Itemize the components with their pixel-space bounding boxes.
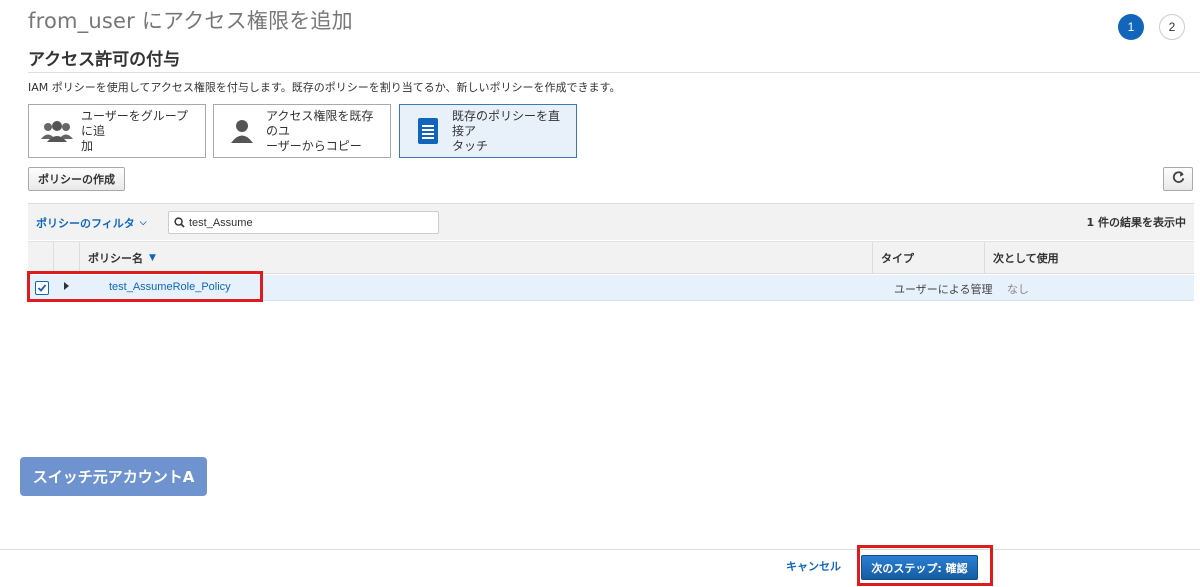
policy-used-as: なし — [1007, 283, 1029, 296]
option-label: ユーザーをグループに追加 — [81, 108, 189, 153]
policy-type: ユーザーによる管理 — [894, 283, 993, 296]
sort-desc-icon: ▼ — [149, 253, 156, 263]
checkmark-icon — [37, 284, 47, 292]
users-group-icon — [39, 113, 75, 149]
column-header-type[interactable]: タイプ — [872, 242, 984, 274]
step-indicator-2[interactable]: 2 — [1159, 14, 1185, 40]
section-title: アクセス許可の付与 — [28, 50, 181, 70]
cancel-button[interactable]: キャンセル — [786, 558, 841, 574]
create-policy-button[interactable]: ポリシーの作成 — [28, 167, 125, 191]
refresh-icon — [1172, 171, 1185, 187]
page-title: from_user にアクセス権限を追加 — [28, 9, 353, 33]
section-divider — [28, 72, 1200, 73]
search-input[interactable] — [189, 216, 429, 229]
option-label: 既存のポリシーを直接ア タッチ — [452, 108, 561, 153]
option-attach-existing-policy[interactable]: 既存のポリシーを直接ア タッチ — [399, 104, 577, 158]
section-description: IAM ポリシーを使用してアクセス権限を付与します。既存のポリシーを割り当てるか… — [28, 81, 621, 94]
policy-name-link[interactable]: test_AssumeRole_Policy — [109, 281, 231, 293]
option-copy-from-user[interactable]: アクセス権限を既存のユ ーザーからコピー — [213, 104, 391, 158]
table-row[interactable]: test_AssumeRole_Policy ユーザーによる管理 なし — [28, 275, 1194, 301]
header-checkbox-cell — [28, 242, 54, 274]
expand-caret-icon[interactable] — [64, 282, 69, 290]
policy-filter-dropdown[interactable]: ポリシーのフィルタ ⌵ — [36, 215, 147, 231]
next-step-button[interactable]: 次のステップ: 確認 — [861, 555, 978, 580]
search-icon — [174, 213, 185, 232]
document-icon — [410, 113, 446, 149]
option-label: アクセス権限を既存のユ ーザーからコピー — [266, 108, 374, 153]
search-box[interactable] — [168, 211, 439, 234]
result-count: 1 件の結果を表示中 — [1086, 216, 1186, 229]
filter-bar: ポリシーのフィルタ ⌵ 1 件の結果を表示中 — [28, 203, 1194, 240]
step-indicator-1[interactable]: 1 — [1118, 14, 1144, 40]
table-header: ポリシー名 ▼ タイプ 次として使用 — [28, 241, 1194, 274]
row-checkbox[interactable] — [35, 281, 49, 295]
header-expand-cell — [54, 242, 80, 274]
column-header-used-as[interactable]: 次として使用 — [984, 242, 1059, 274]
footer-divider — [0, 549, 1200, 550]
column-header-policy-name[interactable]: ポリシー名 ▼ — [88, 242, 156, 274]
source-account-badge: スイッチ元アカウントA — [20, 457, 207, 496]
option-add-to-group[interactable]: ユーザーをグループに追加 — [28, 104, 206, 158]
chevron-down-icon: ⌵ — [139, 218, 147, 228]
refresh-button[interactable] — [1163, 167, 1193, 191]
user-icon — [224, 113, 260, 149]
